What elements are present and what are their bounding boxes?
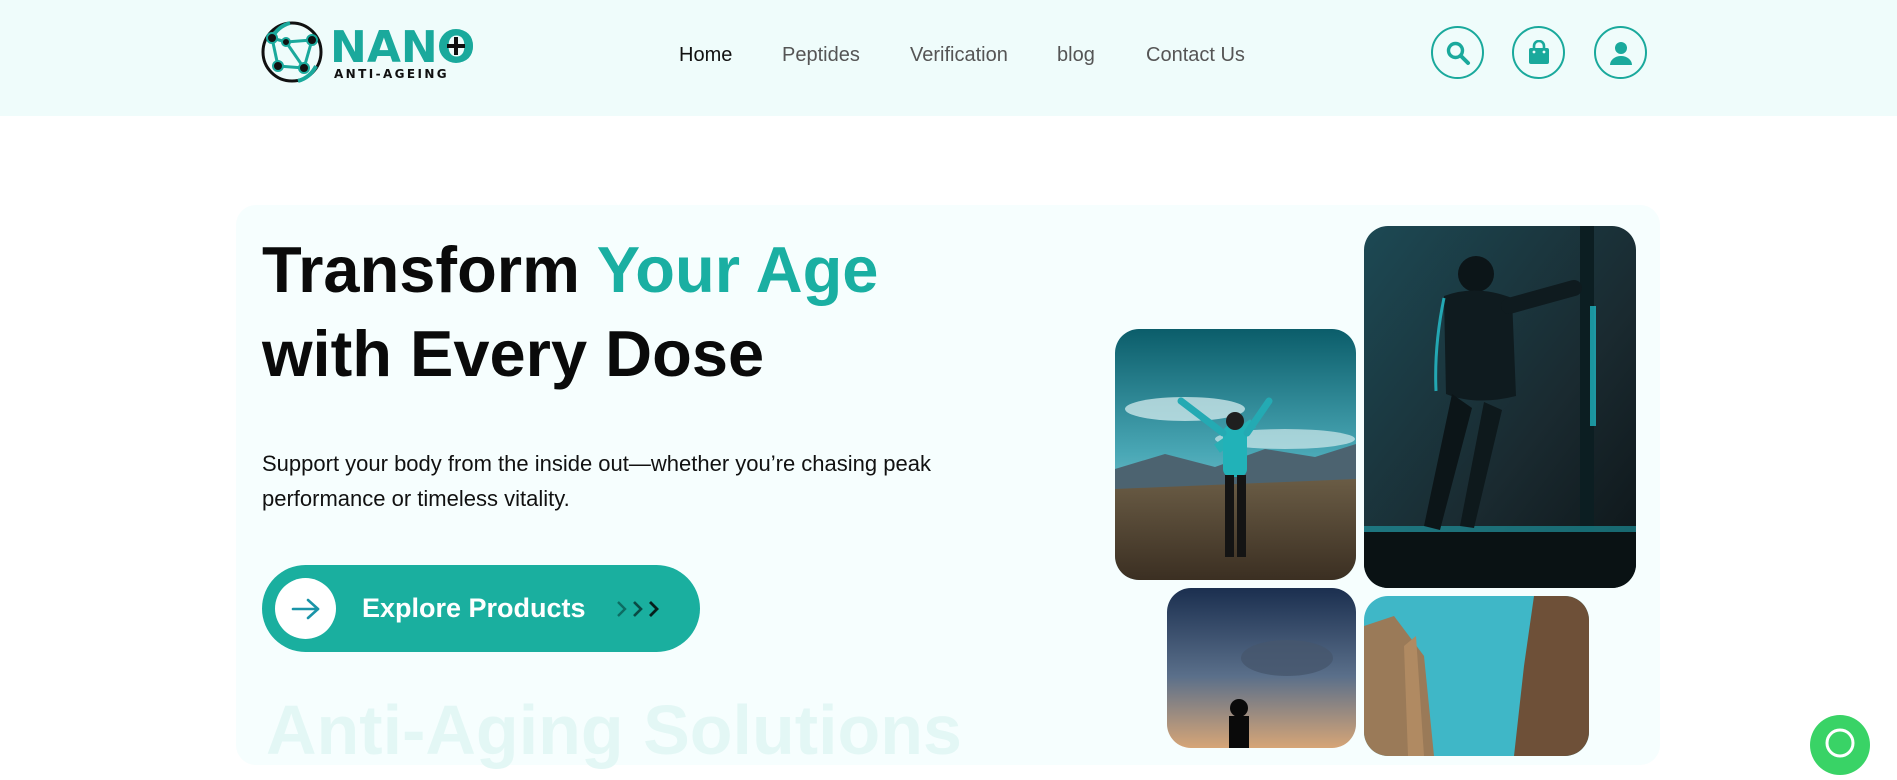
triple-chevron-icon (617, 601, 659, 617)
cta-arrow-circle (275, 578, 336, 639)
search-icon (1446, 41, 1470, 65)
nav-item-contact[interactable]: Contact Us (1146, 44, 1245, 67)
arrow-right-icon (291, 598, 319, 619)
search-button[interactable] (1431, 26, 1484, 79)
nav-item-home[interactable]: Home (679, 44, 732, 67)
boxer-image (1364, 226, 1636, 588)
rock-canyon-image (1364, 596, 1589, 756)
whatsapp-chat-button[interactable] (1810, 715, 1870, 775)
user-icon (1609, 41, 1632, 65)
hero-title-accent: Your Age (596, 233, 879, 306)
section-heading-faded: Anti-Aging Solutions (266, 691, 962, 769)
hero-photo-mountain-runner (1115, 329, 1356, 580)
cta-label: Explore Products (362, 593, 586, 623)
nav-item-verification[interactable]: Verification (910, 44, 1008, 67)
brand-tagline: ANTI-AGEING (334, 67, 450, 81)
hero-photo-boxer (1364, 226, 1636, 588)
cart-button[interactable] (1512, 26, 1565, 79)
hero-title: Transform Your Age with Every Dose (262, 228, 878, 396)
hero-photo-sunset-runner (1167, 588, 1356, 748)
hero-subtitle: Support your body from the inside out—wh… (262, 451, 931, 511)
nav-item-peptides[interactable]: Peptides (782, 44, 860, 67)
mountain-runner-image (1115, 329, 1356, 580)
account-button[interactable] (1594, 26, 1647, 79)
brand-logo[interactable]: NANO ANTI-AGEING (260, 20, 475, 84)
hero-title-line2: with Every Dose (262, 317, 765, 390)
plus-circle-icon (439, 29, 473, 63)
hero-photo-rock-canyon (1364, 596, 1589, 756)
nav-item-blog[interactable]: blog (1057, 44, 1095, 67)
sunset-runner-image (1167, 588, 1356, 748)
hero-title-part1: Transform (262, 233, 597, 306)
site-header: NANO ANTI-AGEING Home Peptides Verificat… (0, 0, 1897, 116)
molecule-logo-icon (261, 21, 323, 83)
whatsapp-icon (1825, 728, 1855, 758)
explore-products-button[interactable]: Explore Products (262, 565, 700, 652)
shopping-bag-icon (1528, 39, 1549, 64)
